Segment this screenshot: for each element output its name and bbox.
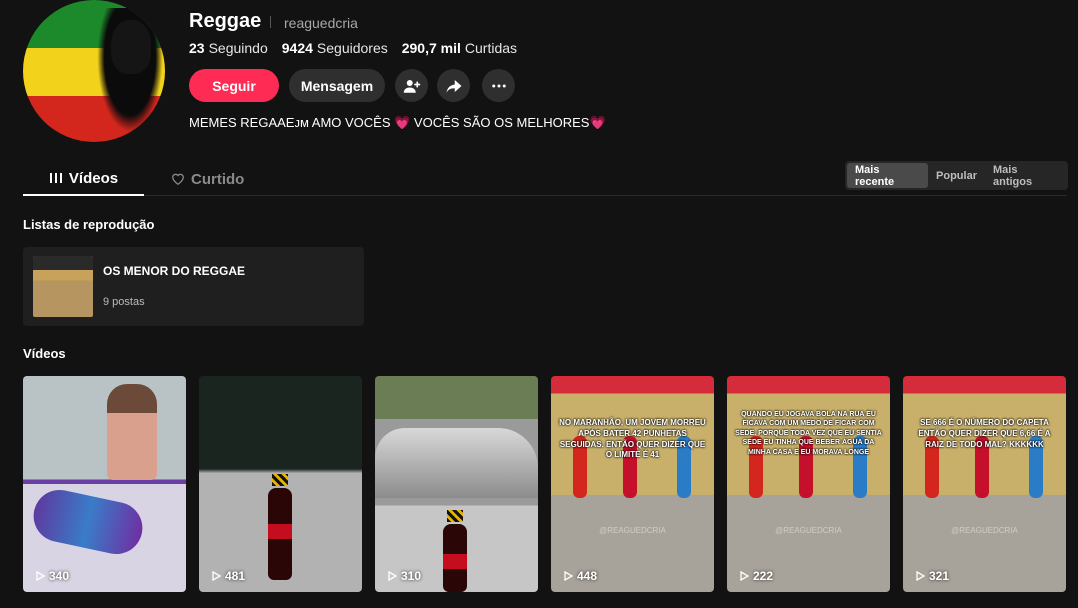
video-card[interactable]: 310 <box>375 376 538 592</box>
view-count-value: 321 <box>929 569 950 583</box>
tab-videos[interactable]: Vídeos <box>23 162 144 196</box>
video-watermark: @REAGUEDCRIA <box>951 526 1018 535</box>
tab-liked-label: Curtido <box>191 170 245 188</box>
following-label: Seguindo <box>208 40 268 56</box>
view-count-value: 448 <box>577 569 598 583</box>
following-count: 23 <box>189 40 205 56</box>
view-count: 321 <box>915 569 949 583</box>
view-count-value: 340 <box>49 569 70 583</box>
video-thumb-figure <box>107 384 157 480</box>
view-count: 340 <box>35 569 69 583</box>
playlist-card[interactable]: OS MENOR DO REGGAE 9 postas <box>23 247 364 326</box>
heart-icon <box>172 173 184 186</box>
sort-popular[interactable]: Popular <box>928 163 985 188</box>
profile-avatar[interactable] <box>23 0 165 142</box>
video-thumb-press <box>272 474 288 486</box>
likes-count: 290,7 mil <box>401 40 461 56</box>
bottle-label <box>268 524 292 539</box>
view-count-value: 222 <box>753 569 774 583</box>
video-thumb-press <box>447 510 463 522</box>
follow-button[interactable]: Seguir <box>189 69 279 102</box>
playlist-count: 9 postas <box>103 296 145 308</box>
more-icon <box>491 84 506 87</box>
videos-heading: Vídeos <box>23 346 66 361</box>
tab-liked[interactable]: Curtido <box>171 162 244 196</box>
video-card[interactable]: QUANDO EU JOGAVA BOLA NA RUA EU FICAVA C… <box>727 376 890 592</box>
view-count: 310 <box>387 569 421 583</box>
video-caption: SE 666 É O NÚMERO DO CAPETA ENTÃO QUER D… <box>918 418 1051 449</box>
message-button[interactable]: Mensagem <box>289 69 385 102</box>
sort-selector: Mais recente Popular Mais antigos <box>845 161 1068 190</box>
play-icon <box>740 571 749 581</box>
view-count-value: 481 <box>225 569 246 583</box>
video-watermark: @REAGUEDCRIA <box>775 526 842 535</box>
view-count: 448 <box>563 569 597 583</box>
name-divider <box>270 16 271 28</box>
playlists-heading: Listas de reprodução <box>23 217 155 232</box>
followers-label: Seguidores <box>316 40 388 56</box>
view-count: 222 <box>739 569 773 583</box>
video-thumb-car <box>375 428 538 498</box>
play-icon <box>916 571 925 581</box>
bottle-label <box>443 554 467 569</box>
sort-oldest[interactable]: Mais antigos <box>985 163 1066 188</box>
video-watermark: @REAGUEDCRIA <box>599 526 666 535</box>
play-icon <box>36 571 45 581</box>
followers-count: 9424 <box>281 40 313 56</box>
view-count-value: 310 <box>401 569 422 583</box>
play-icon <box>564 571 573 581</box>
play-icon <box>388 571 397 581</box>
video-card[interactable]: 340 <box>23 376 186 592</box>
video-thumb-bottle <box>443 524 467 592</box>
likes-stat: 290,7 mil Curtidas <box>402 40 517 56</box>
profile-name: Reggae <box>189 10 262 32</box>
share-icon <box>446 79 461 93</box>
view-count: 481 <box>211 569 245 583</box>
video-card[interactable]: SE 666 É O NÚMERO DO CAPETA ENTÃO QUER D… <box>903 376 1066 592</box>
followers-stat[interactable]: 9424 Seguidores <box>282 40 388 56</box>
playlist-thumb-caption-bar <box>33 256 93 270</box>
following-stat[interactable]: 23 Seguindo <box>189 40 268 56</box>
video-card[interactable]: NO MARANHÃO, UM JOVEM MORREU APÓS BATER … <box>551 376 714 592</box>
share-button[interactable] <box>437 69 470 102</box>
add-user-icon <box>403 79 420 93</box>
video-thumb-spinner <box>28 485 148 559</box>
playlist-title: OS MENOR DO REGGAE <box>103 264 246 278</box>
play-icon <box>212 571 221 581</box>
video-caption: NO MARANHÃO, UM JOVEM MORREU APÓS BATER … <box>559 418 706 460</box>
grid-icon <box>49 173 62 183</box>
playlist-thumbnail <box>33 256 93 317</box>
avatar-face <box>111 20 151 74</box>
likes-label: Curtidas <box>464 40 518 56</box>
more-button[interactable] <box>482 69 515 102</box>
video-caption: QUANDO EU JOGAVA BOLA NA RUA EU FICAVA C… <box>735 411 882 456</box>
profile-stats: 23 Seguindo 9424 Seguidores 290,7 mil Curti… <box>189 40 517 56</box>
profile-handle: reaguedcria <box>284 15 358 31</box>
profile-bio: MEMES REGAAEᴊᴍ AMO VOCÊS 💗 VOCÊS SÃO OS … <box>189 115 606 130</box>
tab-videos-label: Vídeos <box>68 169 119 187</box>
video-thumb-bottle <box>268 488 292 580</box>
sort-most-recent[interactable]: Mais recente <box>847 163 929 188</box>
video-card[interactable]: 481 <box>199 376 362 592</box>
add-friend-button[interactable] <box>395 69 428 102</box>
